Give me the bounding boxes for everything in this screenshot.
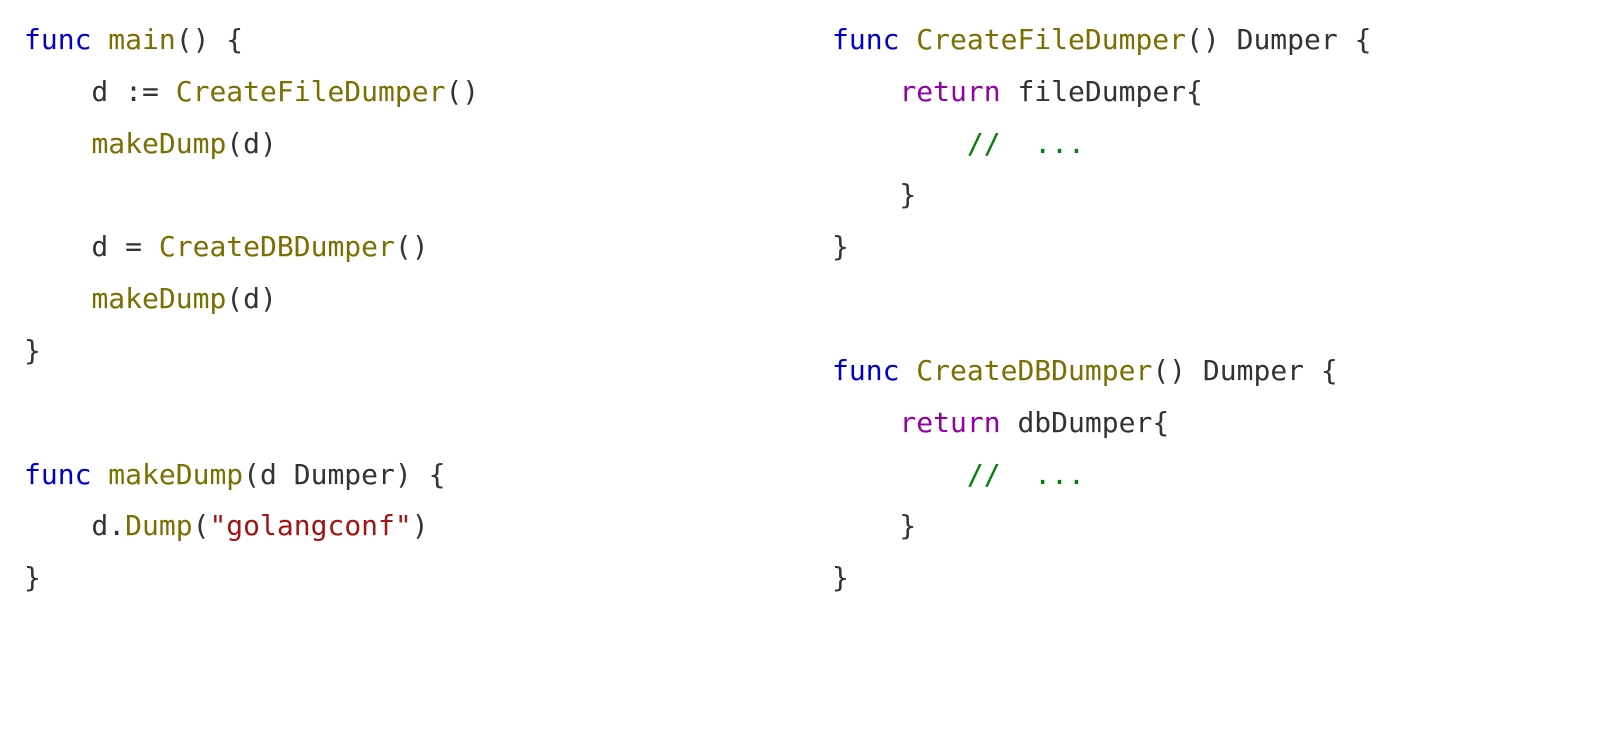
code-text: fileDumper{ [1017, 75, 1202, 108]
code-text [24, 127, 91, 160]
code-text [832, 75, 899, 108]
code-text: } [832, 561, 849, 594]
ident-main: main [108, 23, 175, 56]
right-code-block: func CreateFileDumper() Dumper { return … [812, 14, 1600, 752]
comment-ellipsis: // ... [967, 127, 1085, 160]
ident-createdbdumper: CreateDBDumper [916, 354, 1152, 387]
string-golangconf: "golangconf" [209, 509, 411, 542]
code-text: () [395, 230, 429, 263]
code-text: ) [412, 509, 429, 542]
keyword-func: func [832, 23, 916, 56]
code-main-and-makedump: func main() { d := CreateFileDumper() ma… [24, 14, 812, 604]
block-spacer [832, 273, 1600, 345]
code-text: } [832, 178, 916, 211]
ident-makedump: makeDump [91, 127, 226, 160]
keyword-func: func [24, 23, 108, 56]
code-text: d [24, 75, 125, 108]
code-text: () Dumper { [1152, 354, 1337, 387]
keyword-func: func [832, 354, 916, 387]
keyword-return: return [899, 406, 1017, 439]
code-text: } [832, 230, 849, 263]
code-text: dbDumper{ [1017, 406, 1169, 439]
block-spacer [24, 377, 812, 449]
code-text [832, 458, 967, 491]
code-two-column-layout: func main() { d := CreateFileDumper() ma… [0, 0, 1600, 752]
code-text: } [832, 509, 916, 542]
keyword-return: return [899, 75, 1017, 108]
ident-makedump: makeDump [108, 458, 243, 491]
code-text: } [24, 334, 41, 367]
keyword-func: func [24, 458, 108, 491]
comment-ellipsis: // ... [967, 458, 1085, 491]
code-text: (d Dumper) { [243, 458, 445, 491]
code-text: (d) [226, 127, 277, 160]
left-code-block: func main() { d := CreateFileDumper() ma… [24, 14, 812, 752]
code-text: d [24, 230, 125, 263]
code-text [159, 75, 176, 108]
code-text [832, 406, 899, 439]
ident-makedump: makeDump [91, 282, 226, 315]
code-text [24, 282, 91, 315]
code-text: } [24, 561, 41, 594]
ident-dump: Dump [125, 509, 192, 542]
code-text: d. [24, 509, 125, 542]
code-text: () [445, 75, 479, 108]
ident-createfiledumper: CreateFileDumper [176, 75, 446, 108]
code-text: (d) [226, 282, 277, 315]
code-text: () Dumper { [1186, 23, 1371, 56]
code-text: () { [176, 23, 243, 56]
op-assign: = [125, 230, 142, 263]
code-text: ( [193, 509, 210, 542]
ident-createdbdumper: CreateDBDumper [159, 230, 395, 263]
ident-createfiledumper: CreateFileDumper [916, 23, 1186, 56]
code-text [832, 127, 967, 160]
code-createfns: func CreateFileDumper() Dumper { return … [832, 14, 1600, 604]
code-text [142, 230, 159, 263]
op-decl-assign: := [125, 75, 159, 108]
